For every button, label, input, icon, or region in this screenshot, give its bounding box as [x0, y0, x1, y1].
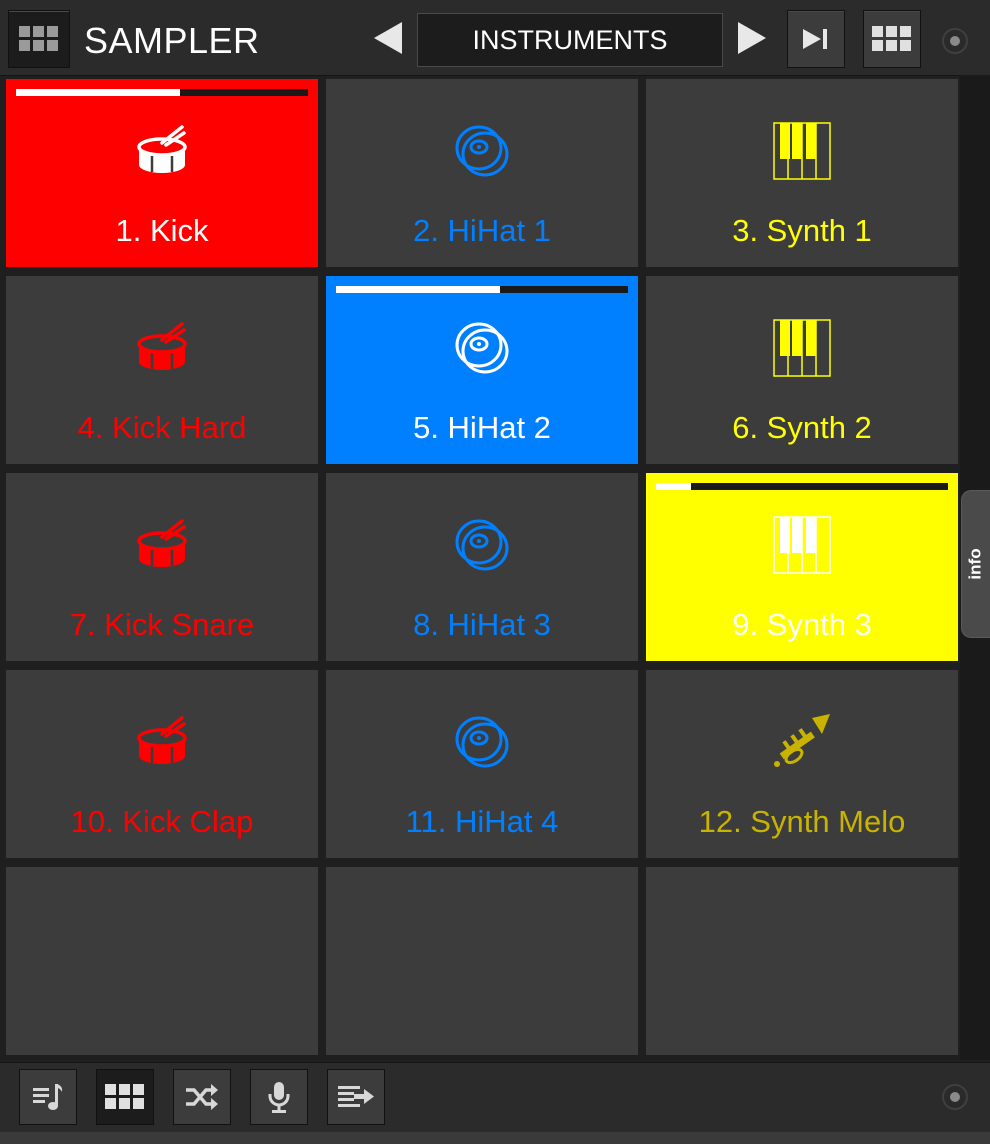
- grid-icon: [105, 1084, 144, 1109]
- keyboard-icon: [772, 121, 832, 181]
- sample-pad[interactable]: 12. Synth Melo: [646, 670, 958, 858]
- drum-icon: [132, 121, 192, 181]
- pad-label: 11. HiHat 4: [405, 804, 559, 839]
- cymbal-icon: [452, 712, 512, 772]
- sample-pad[interactable]: 2. HiHat 1: [326, 79, 638, 267]
- microphone-button[interactable]: [250, 1069, 308, 1125]
- empty-pad[interactable]: [6, 867, 318, 1055]
- info-tab[interactable]: info: [961, 490, 990, 638]
- bottom-strip: [0, 1132, 990, 1144]
- layout-grid-button[interactable]: [863, 10, 921, 68]
- sample-pad[interactable]: 1. Kick: [6, 79, 318, 267]
- preset-selector[interactable]: INSTRUMENTS: [417, 13, 723, 67]
- shuffle-icon: [186, 1084, 218, 1110]
- shuffle-button[interactable]: [173, 1069, 231, 1125]
- queue-icon: [338, 1086, 374, 1107]
- pad-label: 7. Kick Snare: [69, 607, 255, 642]
- trumpet-icon: [772, 712, 832, 772]
- microphone-icon: [268, 1082, 290, 1113]
- pad-progress-bar: [16, 89, 308, 96]
- status-led-bottom: [942, 1084, 968, 1110]
- pad-label: 6. Synth 2: [732, 410, 872, 445]
- sample-pad[interactable]: 11. HiHat 4: [326, 670, 638, 858]
- empty-pad[interactable]: [646, 867, 958, 1055]
- keyboard-icon: [772, 515, 832, 575]
- pad-label: 4. Kick Hard: [77, 410, 247, 445]
- info-tab-label: info: [966, 548, 985, 580]
- pad-label: 10. Kick Clap: [70, 804, 254, 839]
- sample-pad[interactable]: 5. HiHat 2: [326, 276, 638, 464]
- grid-icon: [872, 26, 911, 51]
- sample-pad[interactable]: 9. Synth 3: [646, 473, 958, 661]
- cymbal-icon: [452, 318, 512, 378]
- sample-pad[interactable]: 10. Kick Clap: [6, 670, 318, 858]
- playlist-button[interactable]: [19, 1069, 77, 1125]
- cymbal-icon: [452, 515, 512, 575]
- queue-button[interactable]: [327, 1069, 385, 1125]
- keyboard-icon: [772, 318, 832, 378]
- pad-progress-fill: [656, 483, 692, 490]
- drum-icon: [132, 515, 192, 575]
- cymbal-icon: [452, 121, 512, 181]
- pad-progress-bar: [336, 286, 628, 293]
- header: SAMPLER INSTRUMENTS: [0, 0, 990, 76]
- drum-icon: [132, 318, 192, 378]
- skip-next-button[interactable]: [787, 10, 845, 68]
- sampler-menu-button[interactable]: [8, 10, 70, 68]
- footer-toolbar: [0, 1062, 990, 1133]
- skip-end-icon: [803, 29, 827, 49]
- empty-pad[interactable]: [326, 867, 638, 1055]
- pad-label: 12. Synth Melo: [698, 804, 906, 839]
- playlist-icon: [33, 1084, 63, 1110]
- pad-label: 1. Kick: [115, 213, 209, 248]
- pad-label: 5. HiHat 2: [413, 410, 551, 445]
- next-preset-button[interactable]: [738, 22, 766, 54]
- drum-icon: [132, 712, 192, 772]
- pad-label: 9. Synth 3: [732, 607, 872, 642]
- prev-preset-button[interactable]: [374, 22, 402, 54]
- preset-name: INSTRUMENTS: [472, 24, 668, 55]
- grid-icon: [19, 26, 58, 51]
- pad-progress-fill: [336, 286, 500, 293]
- pad-label: 2. HiHat 1: [413, 213, 551, 248]
- sample-pad[interactable]: 6. Synth 2: [646, 276, 958, 464]
- pad-progress-fill: [16, 89, 180, 96]
- sample-pad[interactable]: 3. Synth 1: [646, 79, 958, 267]
- pad-label: 3. Synth 1: [732, 213, 872, 248]
- status-led-top: [942, 28, 968, 54]
- sample-pad[interactable]: 4. Kick Hard: [6, 276, 318, 464]
- sample-pad[interactable]: 8. HiHat 3: [326, 473, 638, 661]
- page-title: SAMPLER: [84, 20, 260, 61]
- pad-progress-bar: [656, 483, 948, 490]
- sample-pad[interactable]: 7. Kick Snare: [6, 473, 318, 661]
- pad-label: 8. HiHat 3: [413, 607, 551, 642]
- grid-view-button[interactable]: [96, 1069, 154, 1125]
